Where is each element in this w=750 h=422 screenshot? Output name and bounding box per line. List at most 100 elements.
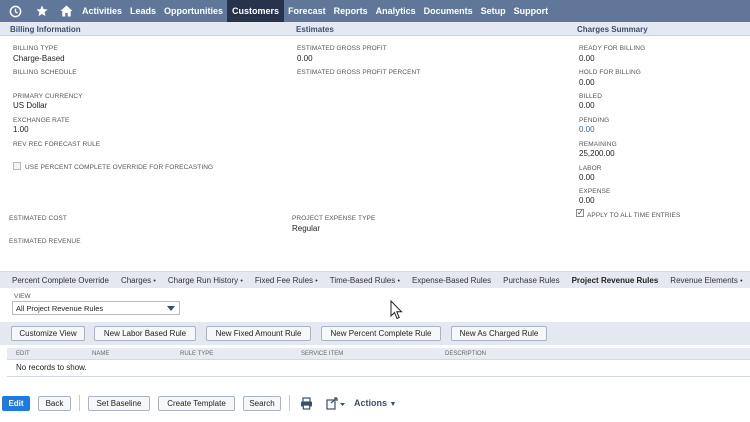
tab-label: Time-Based Rules xyxy=(329,275,396,285)
export-icon[interactable] xyxy=(325,395,347,411)
column-header-name[interactable]: NAME xyxy=(92,351,109,357)
new-labor-based-rule-button[interactable]: New Labor Based Rule xyxy=(94,326,196,341)
tab-expense-based-rules[interactable]: Expense-Based Rules xyxy=(412,276,491,285)
exchange-rate-label: EXCHANGE RATE xyxy=(13,117,70,124)
tab-time-based-rules[interactable]: Time-Based Rules • xyxy=(330,276,400,285)
tab-label: Charges xyxy=(120,275,152,285)
caret-down-icon xyxy=(167,306,175,311)
view-select[interactable]: All Project Revenue Rules xyxy=(12,301,180,315)
tab-dot-icon: • xyxy=(740,277,743,285)
tab-label: Percent Complete Override xyxy=(12,275,109,285)
primary-currency-value: US Dollar xyxy=(13,101,48,110)
exchange-rate-value: 1.00 xyxy=(13,125,29,134)
tab-label: Revenue Elements xyxy=(670,275,738,285)
new-fixed-amount-rule-button[interactable]: New Fixed Amount Rule xyxy=(206,326,311,341)
billing-type-value: Charge-Based xyxy=(13,54,65,63)
expense-value: 0.00 xyxy=(579,196,595,205)
column-header-edit[interactable]: EDIT xyxy=(16,351,30,357)
mouse-cursor-icon xyxy=(390,300,403,320)
estimated-cost-label: ESTIMATED COST xyxy=(9,215,67,222)
customize-view-button[interactable]: Customize View xyxy=(11,326,85,341)
view-label: VIEW xyxy=(14,293,31,300)
remaining-value: 25,200.00 xyxy=(579,149,615,158)
project-expense-type-value: Regular xyxy=(292,224,321,233)
remaining-label: REMAINING xyxy=(579,141,617,148)
nav-setup[interactable]: Setup xyxy=(477,0,510,22)
nav-activities[interactable]: Activities xyxy=(78,0,126,22)
estimated-revenue-label: ESTIMATED REVENUE xyxy=(9,238,81,245)
print-icon[interactable] xyxy=(298,395,314,411)
column-header-rule-type[interactable]: RULE TYPE xyxy=(180,351,213,357)
toolbar-divider xyxy=(289,395,290,411)
percent-override-checkbox[interactable] xyxy=(13,162,21,170)
labor-label: LABOR xyxy=(579,165,602,172)
toolbar-divider xyxy=(79,395,80,411)
rev-rec-forecast-rule-label: REV REC FORECAST RULE xyxy=(13,141,101,148)
new-as-charged-rule-button[interactable]: New As Charged Rule xyxy=(451,326,547,341)
tab-percent-complete-override[interactable]: Percent Complete Override xyxy=(12,276,109,285)
tab-dot-icon: • xyxy=(153,277,156,285)
nav-support[interactable]: Support xyxy=(510,0,553,22)
nav-forecast[interactable]: Forecast xyxy=(284,0,330,22)
nav-analytics[interactable]: Analytics xyxy=(372,0,420,22)
hold-for-billing-label: HOLD FOR BILLING xyxy=(579,69,641,76)
nav-documents[interactable]: Documents xyxy=(420,0,477,22)
billing-type-label: BILLING TYPE xyxy=(13,45,58,52)
tab-label: Purchase Rules xyxy=(503,275,560,285)
recent-records-icon[interactable] xyxy=(0,0,30,22)
tab-fixed-fee-rules[interactable]: Fixed Fee Rules • xyxy=(255,276,318,285)
estimated-gross-profit-percent-label: ESTIMATED GROSS PROFIT PERCENT xyxy=(297,69,421,76)
estimated-gross-profit-label: ESTIMATED GROSS PROFIT xyxy=(297,45,387,52)
apply-all-time-entries-checkbox[interactable]: ✓ xyxy=(576,209,584,217)
billed-value: 0.00 xyxy=(579,101,595,110)
set-baseline-button[interactable]: Set Baseline xyxy=(88,396,150,411)
tab-charges[interactable]: Charges • xyxy=(121,276,156,285)
empty-list-message: No records to show. xyxy=(7,360,750,377)
actions-label: Actions xyxy=(354,398,388,408)
tab-dot-icon: • xyxy=(315,277,318,285)
nav-customers[interactable]: Customers xyxy=(227,0,285,22)
estimates-header: Estimates xyxy=(296,25,334,34)
home-icon[interactable] xyxy=(54,0,78,22)
column-header-description[interactable]: DESCRIPTION xyxy=(445,351,486,357)
tab-purchase-rules[interactable]: Purchase Rules xyxy=(503,276,559,285)
create-template-button[interactable]: Create Template xyxy=(158,396,235,411)
tab-label: Fixed Fee Rules xyxy=(254,275,314,285)
search-button[interactable]: Search xyxy=(243,396,281,411)
billed-label: BILLED xyxy=(579,93,603,100)
estimated-gross-profit-value: 0.00 xyxy=(297,54,313,63)
expense-label: EXPENSE xyxy=(579,188,611,195)
tab-label: Expense-Based Rules xyxy=(411,275,492,285)
pending-label: PENDING xyxy=(579,117,610,124)
ready-for-billing-label: READY FOR BILLING xyxy=(579,45,646,52)
star-icon[interactable] xyxy=(30,0,54,22)
billing-information-header: Billing Information xyxy=(10,25,81,34)
actions-menu[interactable]: Actions ▼ xyxy=(354,398,396,408)
hold-for-billing-value: 0.00 xyxy=(579,78,595,87)
nav-reports[interactable]: Reports xyxy=(330,0,372,22)
back-button[interactable]: Back xyxy=(38,396,71,411)
percent-override-label: USE PERCENT COMPLETE OVERRIDE FOR FORECA… xyxy=(25,164,214,171)
ready-for-billing-value: 0.00 xyxy=(579,54,595,63)
list-header-row xyxy=(7,348,750,360)
caret-down-icon: ▼ xyxy=(389,401,397,408)
tab-project-revenue-rules[interactable]: Project Revenue Rules xyxy=(572,276,659,285)
nav-leads[interactable]: Leads xyxy=(126,0,160,22)
charges-summary-header: Charges Summary xyxy=(577,25,648,34)
project-expense-type-label: PROJECT EXPENSE TYPE xyxy=(292,215,376,222)
subtab-bar: Percent Complete Override Charges • Char… xyxy=(0,271,750,288)
column-header-service-item[interactable]: SERVICE ITEM xyxy=(301,351,343,357)
edit-button[interactable]: Edit xyxy=(2,396,30,411)
labor-value: 0.00 xyxy=(579,173,595,182)
view-selected-value: All Project Revenue Rules xyxy=(16,304,104,313)
pending-value-link[interactable]: 0.00 xyxy=(579,125,595,134)
top-navigation: Activities Leads Opportunities Customers… xyxy=(0,0,750,22)
tab-label: Charge Run History xyxy=(167,275,239,285)
primary-currency-label: PRIMARY CURRENCY xyxy=(13,93,83,100)
tab-dot-icon: • xyxy=(240,277,243,285)
tab-revenue-elements[interactable]: Revenue Elements • xyxy=(670,276,742,285)
tab-charge-run-history[interactable]: Charge Run History • xyxy=(168,276,243,285)
new-percent-complete-rule-button[interactable]: New Percent Complete Rule xyxy=(321,326,441,341)
nav-opportunities[interactable]: Opportunities xyxy=(160,0,227,22)
apply-all-time-entries-label: APPLY TO ALL TIME ENTRIES xyxy=(587,212,681,219)
